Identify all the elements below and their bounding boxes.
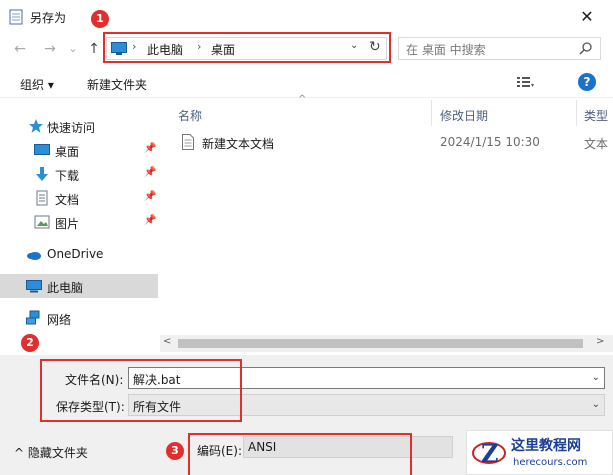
column-header-date[interactable]: 修改日期 [440, 107, 488, 124]
sidebar-label: 网络 [47, 313, 72, 327]
search-icon [579, 42, 592, 55]
column-header-type[interactable]: 类型 [584, 107, 608, 124]
window-title: 另存为 [30, 11, 67, 25]
up-button[interactable]: ↑ [84, 39, 104, 59]
back-button[interactable]: ← [10, 39, 30, 59]
forward-button[interactable]: → [40, 39, 60, 59]
watermark-logo: Z [472, 439, 506, 468]
sidebar-item-this-pc[interactable]: 此电脑 [0, 274, 158, 298]
horizontal-scrollbar[interactable]: < > [160, 335, 613, 352]
search-placeholder: 在 桌面 中搜索 [406, 43, 486, 57]
scroll-left-icon[interactable]: < [163, 336, 171, 347]
desktop-icon [34, 144, 50, 155]
pin-icon[interactable]: 📌 [144, 167, 156, 178]
annotation-number: 2 [21, 334, 39, 352]
sidebar-item-desktop[interactable]: 桌面 📌 [0, 138, 158, 162]
column-header-name[interactable]: 名称 [178, 107, 202, 124]
pin-icon[interactable]: 📌 [144, 191, 156, 202]
organize-button[interactable]: 组织 ▾ [20, 76, 54, 93]
file-row[interactable]: 新建文本文档 2024/1/15 10:30 文本 [178, 132, 613, 154]
close-button[interactable]: ✕ [570, 4, 604, 30]
chevron-down-icon[interactable]: ⌄ [592, 372, 600, 383]
scroll-right-icon[interactable]: > [596, 336, 604, 347]
sidebar-label: 下载 [55, 169, 80, 183]
watermark-url: herecours.com [513, 457, 588, 468]
view-options-icon[interactable]: ▾ [516, 74, 534, 90]
download-icon [36, 167, 48, 181]
picture-icon [34, 215, 50, 229]
document-icon [36, 190, 48, 206]
sidebar-label: 文档 [55, 193, 80, 207]
annotation-box-form [40, 359, 242, 422]
sidebar-label: 图片 [55, 217, 80, 231]
sidebar-label: 此电脑 [47, 281, 84, 295]
watermark-name: 这里教程网 [511, 438, 581, 454]
notepad-icon [9, 9, 23, 25]
text-file-icon [182, 134, 194, 150]
annotation-box-address [103, 32, 391, 63]
sidebar-label: 快速访问 [47, 121, 96, 135]
file-name: 新建文本文档 [202, 137, 275, 151]
file-list: 名称 ^ 修改日期 类型 新建文本文档 2024/1/15 10:30 文本 [160, 94, 613, 350]
watermark: Z 这里教程网 herecours.com [466, 430, 613, 475]
navigation-pane: 快速访问 桌面 📌 下载 📌 文档 📌 图片 📌 OneDrive 此电脑 网络 [0, 100, 160, 350]
new-folder-button[interactable]: 新建文件夹 [87, 76, 147, 93]
chevron-down-icon[interactable]: ⌄ [592, 399, 600, 410]
sidebar-label: 桌面 [55, 145, 80, 159]
cloud-icon [27, 252, 41, 260]
network-icon [26, 310, 40, 325]
sidebar-item-documents[interactable]: 文档 📌 [0, 186, 158, 210]
column-divider[interactable] [431, 100, 432, 126]
recent-locations-button[interactable]: ⌄ [63, 39, 83, 59]
annotation-box-encoding [188, 433, 412, 475]
command-toolbar: 组织 ▾ 新建文件夹 ▾ ? [0, 68, 613, 98]
sidebar-item-onedrive[interactable]: OneDrive [0, 242, 158, 266]
sidebar-item-pictures[interactable]: 图片 📌 [0, 210, 158, 234]
help-icon[interactable]: ? [578, 73, 596, 91]
pin-icon[interactable]: 📌 [144, 143, 156, 154]
svg-text:▾: ▾ [531, 82, 534, 89]
column-divider[interactable] [576, 100, 577, 126]
star-icon [29, 119, 43, 133]
file-type: 文本 [584, 137, 609, 151]
scrollbar-thumb[interactable] [178, 339, 583, 348]
sidebar-item-downloads[interactable]: 下载 📌 [0, 162, 158, 186]
sidebar-label: OneDrive [47, 247, 104, 261]
pin-icon[interactable]: 📌 [144, 215, 156, 226]
search-input[interactable]: 在 桌面 中搜索 [398, 37, 601, 60]
sidebar-item-quick-access[interactable]: 快速访问 [0, 114, 158, 138]
sort-indicator-icon: ^ [298, 94, 307, 105]
annotation-number: 1 [91, 10, 109, 28]
hide-folders-button[interactable]: ^ 隐藏文件夹 [14, 444, 88, 461]
computer-icon [26, 280, 42, 293]
annotation-number: 3 [166, 442, 184, 460]
sidebar-item-network[interactable]: 网络 [0, 306, 158, 330]
file-date: 2024/1/15 10:30 [440, 135, 540, 149]
watermark-logo-letter: Z [481, 439, 499, 468]
